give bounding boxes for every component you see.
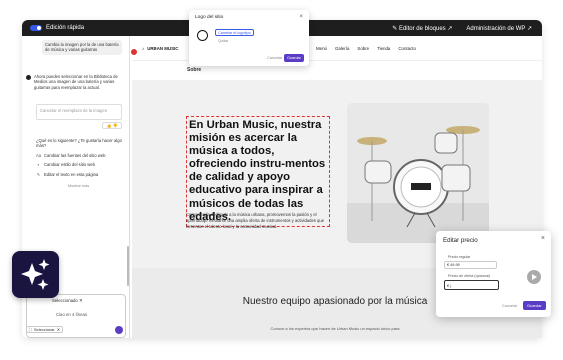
fonts-icon: Aa <box>36 152 42 158</box>
sale-price-field[interactable]: € | <box>444 280 499 290</box>
top-links: ✎ Editor de bloques ↗ Administración de … <box>392 25 532 32</box>
brand-name: URBAN MUSIC <box>147 45 179 51</box>
nav-links: Menú Galería Sobre Tienda Contacto <box>316 46 416 51</box>
nav-link[interactable]: Galería <box>335 46 349 51</box>
sale-price-label: Precio de oferta (opcional) <box>448 274 491 278</box>
send-button[interactable] <box>115 326 123 334</box>
style-icon: ◐ <box>37 162 40 168</box>
next-steps: ¿Qué es lo siguiente? ¿Te gustaría hacer… <box>36 138 126 177</box>
select-chip[interactable]: ⛶ Seleccionar ✕ <box>26 326 64 333</box>
cancel-button[interactable]: Cancelar <box>502 304 517 308</box>
suggestion-item[interactable]: ✎ Editar el texto en esta página <box>36 172 126 177</box>
suggestion-label: Cambiar las fuentes del sitio web <box>44 152 106 158</box>
nav-link[interactable]: Contacto <box>398 46 416 51</box>
selection-handle[interactable] <box>131 49 137 55</box>
wp-admin-link[interactable]: Administración de WP ↗ <box>466 25 532 32</box>
nav-link[interactable]: Sobre <box>357 46 369 51</box>
music-note-icon: ♪ <box>142 45 145 51</box>
hero-heading[interactable]: En Urban Music, nuestra misión es acerca… <box>186 116 330 227</box>
close-icon[interactable]: ✕ <box>57 327 60 332</box>
feedback-thumbs[interactable]: 👍 👎 <box>102 122 122 129</box>
block-editor-label: Editor de bloques <box>398 25 446 32</box>
suggestion-label: Cambiar estilo del sitio web <box>44 162 95 168</box>
logo-dialog-title: Logo del sitio <box>195 15 224 20</box>
quick-edit-label: Edición rápida <box>46 25 85 31</box>
nav-link[interactable]: Menú <box>316 46 327 51</box>
selected-chip-label: Seleccionado <box>52 298 78 303</box>
drum-kit-image[interactable] <box>347 103 489 243</box>
save-button[interactable]: Guardar <box>523 301 546 310</box>
suggestion-item[interactable]: Aa Cambiar las fuentes del sitio web <box>36 153 126 158</box>
chat-input-text[interactable]: Ciao en 4 líneas <box>56 312 87 318</box>
regular-price-field[interactable]: € 49.99 <box>444 261 497 269</box>
site-logo[interactable]: ♪ URBAN MUSIC <box>142 46 178 51</box>
save-button[interactable]: Guardar <box>284 54 304 62</box>
logo-dialog: Logo del sitio × Cambiar el logotipo Qui… <box>189 10 309 66</box>
user-message: Cambia la imagen por la de una batería d… <box>42 40 122 55</box>
sparkle-icon <box>21 259 50 290</box>
select-chip-label: Seleccionar <box>33 326 55 332</box>
show-more-link[interactable]: Mostrar más <box>68 184 89 189</box>
quick-edit-toggle[interactable] <box>30 25 42 31</box>
ai-sparkle-button[interactable] <box>12 251 59 298</box>
regular-price-label: Precio regular <box>448 255 471 259</box>
ai-message: Ahora puedes seleccionar en la Bibliotec… <box>26 74 126 90</box>
suggestion-label: Editar el texto en esta página <box>44 171 99 177</box>
select-icon: ⛶ <box>29 326 32 332</box>
drum-kit-illustration <box>347 103 489 243</box>
play-icon[interactable] <box>527 270 541 284</box>
team-heading[interactable]: Nuestro equipo apasionado por la música <box>240 296 430 308</box>
replace-logo-button[interactable]: Cambiar el logotipo <box>215 29 254 36</box>
close-icon[interactable]: × <box>299 14 303 20</box>
price-dialog-title: Editar precio <box>443 237 478 244</box>
close-icon[interactable]: × <box>541 235 545 242</box>
team-paragraph[interactable]: Conoce a los expertos que hacen de Urban… <box>250 326 420 331</box>
suggestion-item[interactable]: ◐ Cambiar estilo del sitio web <box>36 162 126 167</box>
ai-avatar-icon <box>26 75 31 80</box>
cancel-button[interactable]: Cancelar <box>267 56 282 60</box>
edit-text-icon: ✎ <box>36 171 41 177</box>
next-question: ¿Qué es lo siguiente? ¿Te gustaría hacer… <box>36 138 122 149</box>
soccer-ball-logo <box>197 30 208 41</box>
preview-input[interactable]: Cancelar el reemplazo de la imagen <box>36 104 122 120</box>
app-root: Edición rápida ✎ Editor de bloques ↗ Adm… <box>0 0 563 360</box>
selected-chip[interactable]: Seleccionado ✕ <box>52 298 83 304</box>
nav-link[interactable]: Tienda <box>377 46 390 51</box>
chat-scrollbar[interactable] <box>127 246 129 286</box>
block-editor-link[interactable]: ✎ Editor de bloques ↗ <box>392 25 452 32</box>
remove-logo-link[interactable]: Quitar <box>218 39 228 43</box>
ai-message-text: Ahora puedes seleccionar en la Bibliotec… <box>34 74 118 90</box>
hero-paragraph[interactable]: Como tienda dedicada a la música urbana,… <box>186 212 331 230</box>
wp-admin-label: Administración de WP <box>466 25 526 32</box>
